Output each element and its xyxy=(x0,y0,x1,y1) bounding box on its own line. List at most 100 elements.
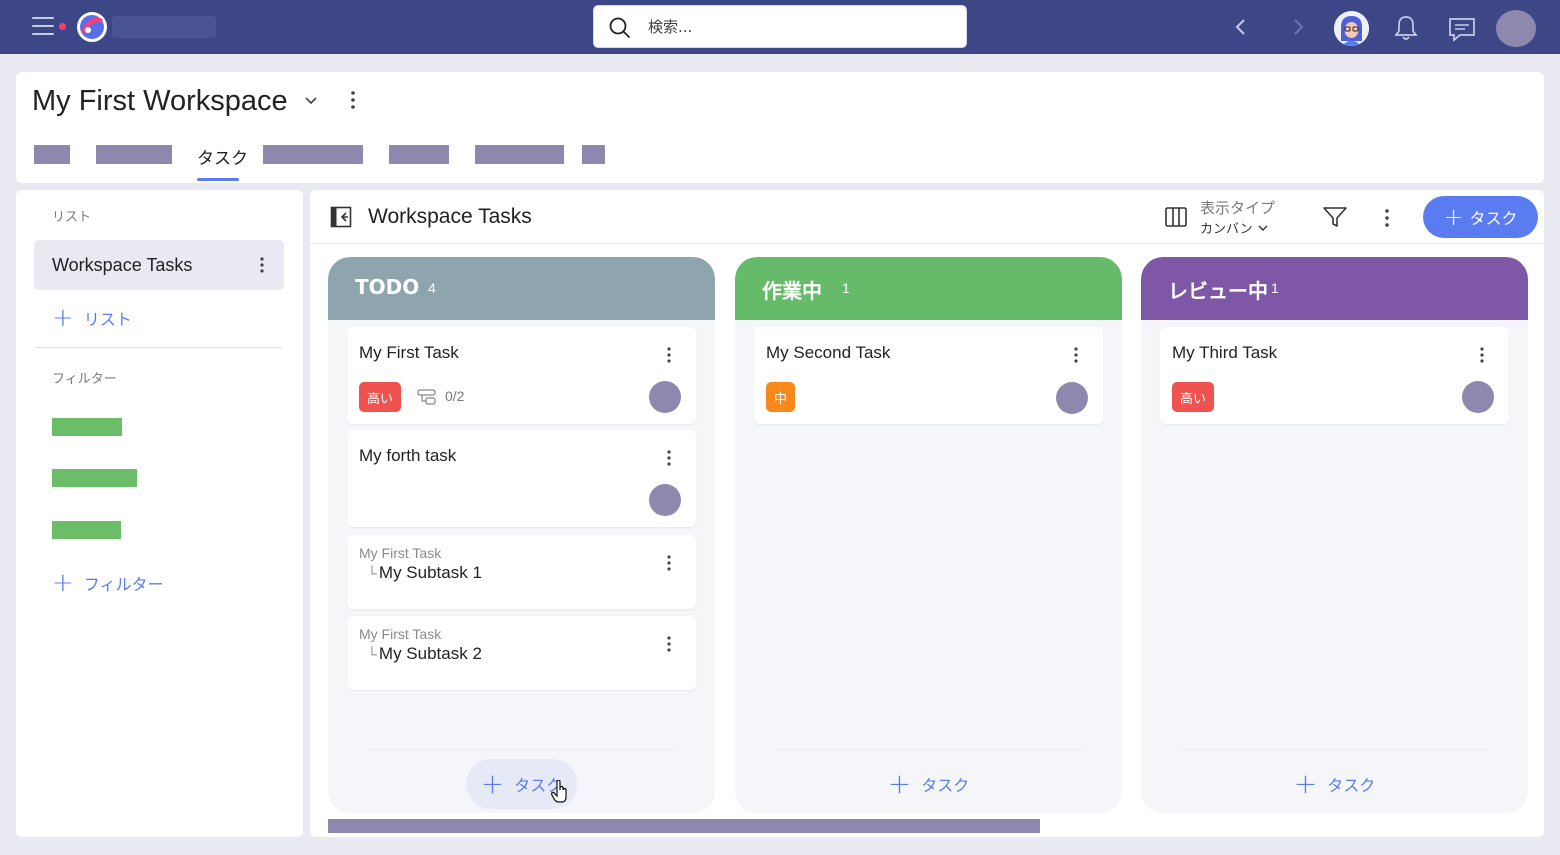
plus-icon: + xyxy=(1293,767,1318,800)
subtask-title[interactable]: └ My Subtask 2 xyxy=(367,644,482,664)
filter-item-redacted[interactable] xyxy=(52,418,122,436)
task-card[interactable]: My forth task xyxy=(347,430,696,527)
more-vertical-icon[interactable] xyxy=(663,553,675,573)
task-title[interactable]: My First Task xyxy=(359,343,459,363)
divider xyxy=(775,749,1082,750)
sidebar-item-label: Workspace Tasks xyxy=(52,255,193,275)
list-title: Workspace Tasks xyxy=(368,205,532,228)
add-task-label: タスク xyxy=(1327,776,1376,795)
more-vertical-icon[interactable] xyxy=(663,634,675,654)
view-type-value: カンバン xyxy=(1200,222,1253,237)
task-title[interactable]: My Third Task xyxy=(1172,343,1277,363)
search-bar[interactable] xyxy=(593,5,967,48)
assignee-avatar[interactable] xyxy=(1462,381,1494,413)
priority-badge[interactable]: 高い xyxy=(359,382,402,412)
columns-icon[interactable] xyxy=(1164,205,1188,229)
filter-icon[interactable] xyxy=(1322,205,1348,229)
kanban-column-in-progress: 作業中 1 My Second Task 中 + タスク xyxy=(735,257,1122,813)
tab-redacted[interactable] xyxy=(263,145,363,164)
divider xyxy=(36,347,282,348)
more-vertical-icon[interactable] xyxy=(346,88,360,112)
task-card[interactable]: My First Task 高い 0/2 xyxy=(347,327,696,424)
subtask-card[interactable]: My First Task └ My Subtask 2 xyxy=(347,616,696,690)
hamburger-menu-icon[interactable] xyxy=(32,17,54,35)
more-vertical-icon[interactable] xyxy=(663,345,675,365)
hand-cursor-icon xyxy=(551,780,567,803)
assignee-avatar[interactable] xyxy=(1056,382,1088,414)
column-title: レビュー中 xyxy=(1168,279,1268,303)
parent-task-name[interactable]: My First Task xyxy=(359,545,441,561)
top-bar xyxy=(0,0,1560,54)
column-title: TODO xyxy=(355,275,420,299)
add-task-button[interactable]: + タスク xyxy=(1423,196,1538,238)
priority-badge[interactable]: 高い xyxy=(1172,382,1215,412)
assistant-avatar[interactable] xyxy=(1334,11,1369,46)
sidebar: リスト Workspace Tasks + リスト フィルター + フィルター xyxy=(16,190,303,837)
active-tab-indicator xyxy=(197,178,239,181)
more-vertical-icon[interactable] xyxy=(1380,206,1394,230)
tab-redacted[interactable] xyxy=(34,145,70,164)
task-card[interactable]: My Third Task 高い xyxy=(1160,327,1509,424)
more-vertical-icon[interactable] xyxy=(1070,345,1082,365)
more-vertical-icon[interactable] xyxy=(1476,345,1488,365)
subtask-icon xyxy=(417,389,436,405)
add-task-to-column-button[interactable]: + タスク xyxy=(873,759,984,809)
tab-tasks[interactable]: タスク xyxy=(197,144,248,169)
tab-redacted[interactable] xyxy=(96,145,172,164)
view-type-select[interactable]: カンバン xyxy=(1200,218,1269,237)
task-title[interactable]: My Second Task xyxy=(766,343,890,363)
add-task-to-column-button[interactable]: + タスク xyxy=(1279,759,1390,809)
task-title[interactable]: My forth task xyxy=(359,446,456,466)
subtask-card[interactable]: My First Task └ My Subtask 1 xyxy=(347,535,696,609)
more-vertical-icon[interactable] xyxy=(256,255,268,275)
add-list-button[interactable]: + リスト xyxy=(52,305,132,331)
workspace-header: My First Workspace タスク xyxy=(16,72,1544,183)
assignee-avatar[interactable] xyxy=(649,381,681,413)
column-footer: + タスク xyxy=(735,747,1122,813)
add-filter-button[interactable]: + フィルター xyxy=(52,568,164,598)
main-header: Workspace Tasks 表示タイプ カンバン + タスク xyxy=(310,190,1544,244)
app-logo-icon[interactable] xyxy=(77,12,107,42)
assignee-avatar[interactable] xyxy=(649,484,681,516)
task-card[interactable]: My Second Task 中 xyxy=(754,327,1103,424)
sidebar-item-workspace-tasks[interactable]: Workspace Tasks xyxy=(34,240,284,290)
add-filter-label: フィルター xyxy=(83,575,164,594)
bell-icon[interactable] xyxy=(1393,14,1419,42)
subtask-title[interactable]: └ My Subtask 1 xyxy=(367,563,482,583)
search-input[interactable] xyxy=(648,16,948,38)
more-vertical-icon[interactable] xyxy=(663,448,675,468)
main-panel: Workspace Tasks 表示タイプ カンバン + タスク TODO 4 xyxy=(310,190,1544,837)
column-count: 1 xyxy=(842,280,850,296)
horizontal-scrollbar[interactable] xyxy=(328,819,1040,833)
filter-section-label: フィルター xyxy=(52,372,117,387)
workspace-title[interactable]: My First Workspace xyxy=(32,85,288,118)
tab-redacted[interactable] xyxy=(475,145,564,164)
app-name-redacted xyxy=(112,16,216,38)
column-header: TODO 4 xyxy=(328,257,715,320)
tab-redacted[interactable] xyxy=(582,145,605,164)
add-task-label: タスク xyxy=(1469,209,1518,228)
view-type-label[interactable]: 表示タイプ xyxy=(1200,197,1275,218)
column-footer: + タスク xyxy=(328,747,715,813)
add-task-label: タスク xyxy=(921,776,970,795)
column-header: 作業中 1 xyxy=(735,257,1122,320)
plus-icon: + xyxy=(52,568,74,598)
column-count: 4 xyxy=(428,280,436,296)
parent-task-name[interactable]: My First Task xyxy=(359,626,441,642)
priority-badge[interactable]: 中 xyxy=(766,382,796,412)
subtask-title-text: My Subtask 2 xyxy=(378,644,482,663)
subtask-connector-icon: └ xyxy=(367,565,377,581)
chevron-down-icon[interactable] xyxy=(304,94,318,108)
filter-item-redacted[interactable] xyxy=(52,521,121,539)
chevron-right-icon[interactable] xyxy=(1287,16,1309,38)
chat-icon[interactable] xyxy=(1448,16,1476,42)
notification-dot xyxy=(59,23,66,30)
subtask-connector-icon: └ xyxy=(367,646,377,662)
chevron-left-icon[interactable] xyxy=(1230,16,1252,38)
kanban-column-todo: TODO 4 My First Task 高い 0/2 My forth tas… xyxy=(328,257,715,813)
user-avatar[interactable] xyxy=(1496,10,1536,47)
plus-icon: + xyxy=(1443,203,1464,231)
collapse-sidebar-icon[interactable] xyxy=(330,206,352,228)
tab-redacted[interactable] xyxy=(389,145,449,164)
filter-item-redacted[interactable] xyxy=(52,469,137,487)
